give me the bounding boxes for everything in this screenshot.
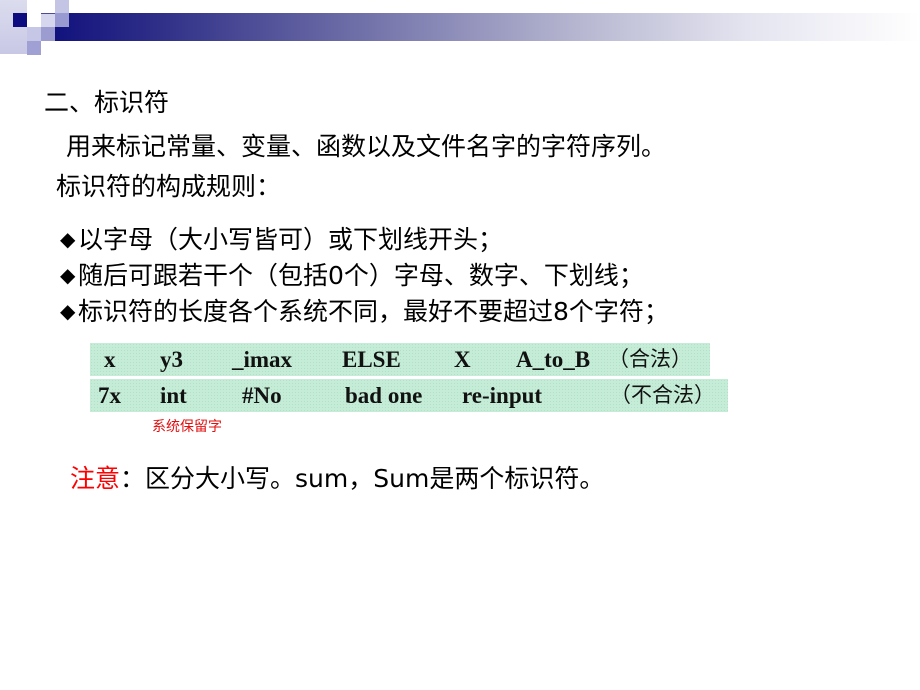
example-identifier: X bbox=[454, 347, 471, 372]
example-identifier: ELSE bbox=[342, 347, 401, 372]
section-heading: 二、标识符 bbox=[44, 88, 170, 117]
black-diamond-icon: ◆ bbox=[60, 263, 76, 287]
header-decor-square bbox=[27, 27, 41, 41]
example-identifier: _imax bbox=[232, 347, 293, 372]
rule-text: 标识符的长度各个系统不同，最好不要超过8个字符； bbox=[78, 297, 669, 326]
case-sensitivity-notice: 注意：区分大小写。sum，Sum是两个标识符。 bbox=[70, 464, 604, 494]
header-decor-square bbox=[27, 41, 41, 55]
notice-text: 区分大小写。sum，Sum是两个标识符。 bbox=[145, 464, 605, 493]
header-decor-square bbox=[55, 13, 69, 27]
valid-examples-row: x y3 _imax ELSE X A_to_B （合法） bbox=[90, 343, 710, 376]
identifier-examples: x y3 _imax ELSE X A_to_B （合法） 7x int #No… bbox=[90, 343, 728, 412]
identifier-definition: 用来标记常量、变量、函数以及文件名字的字符序列。 bbox=[66, 132, 667, 161]
rule-item: ◆ 标识符的长度各个系统不同，最好不要超过8个字符； bbox=[60, 296, 669, 327]
rule-item: ◆ 以字母（大小写皆可）或下划线开头； bbox=[60, 224, 503, 255]
invalid-label: （不合法） bbox=[610, 383, 715, 407]
example-identifier: int bbox=[160, 383, 187, 408]
rules-title: 标识符的构成规则： bbox=[56, 172, 282, 201]
example-identifier: #No bbox=[242, 383, 282, 408]
example-identifier: re-input bbox=[462, 383, 543, 408]
header-decor-square bbox=[41, 27, 55, 41]
rule-item: ◆ 随后可跟若干个（包括0个）字母、数字、下划线； bbox=[60, 260, 644, 291]
black-diamond-icon: ◆ bbox=[60, 227, 76, 251]
example-identifier: A_to_B bbox=[516, 347, 591, 372]
header-decor-square bbox=[41, 13, 55, 28]
reserved-word-note: 系统保留字 bbox=[152, 419, 222, 435]
valid-label: （合法） bbox=[608, 347, 692, 371]
invalid-examples-row: 7x int #No bad one re-input （不合法） bbox=[90, 379, 728, 412]
rule-text: 随后可跟若干个（包括0个）字母、数字、下划线； bbox=[78, 261, 644, 290]
header-decor-strip bbox=[0, 0, 27, 54]
header-decor-square bbox=[13, 13, 27, 27]
example-identifier: y3 bbox=[160, 347, 183, 372]
example-identifier: x bbox=[104, 347, 116, 372]
black-diamond-icon: ◆ bbox=[60, 299, 76, 323]
notice-colon: ： bbox=[120, 464, 146, 493]
example-identifier: 7x bbox=[98, 383, 121, 408]
header-decor-square bbox=[55, 0, 69, 13]
rule-text: 以字母（大小写皆可）或下划线开头； bbox=[78, 225, 504, 254]
header-gradient-bar bbox=[55, 13, 920, 41]
notice-label: 注意 bbox=[70, 464, 121, 493]
example-identifier: bad one bbox=[345, 383, 423, 408]
